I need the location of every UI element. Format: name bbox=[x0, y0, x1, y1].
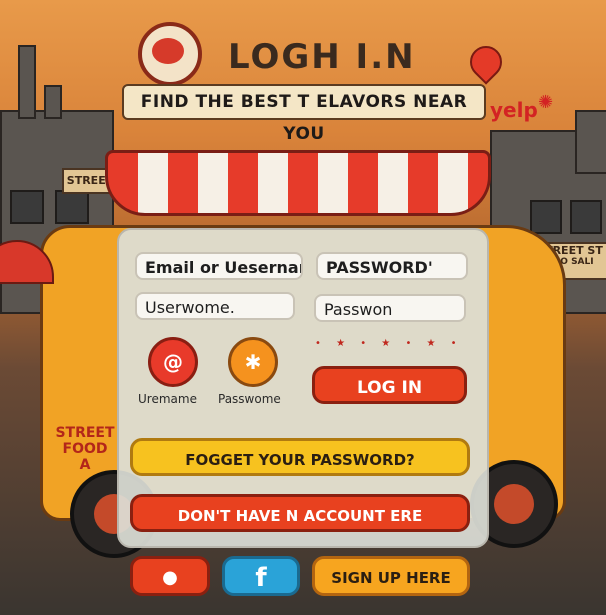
building-right-tall bbox=[575, 110, 606, 174]
facebook-button[interactable]: f bbox=[222, 556, 300, 596]
username-icon-caption: Uremame bbox=[138, 392, 197, 406]
building-window bbox=[55, 190, 89, 224]
tagline-banner: FIND THE BEST T ELAVORS NEAR YOU bbox=[122, 84, 486, 144]
building-window bbox=[530, 200, 562, 234]
no-account-button[interactable]: DON'T HAVE N ACCOUNT ERE bbox=[130, 494, 470, 532]
chimney bbox=[44, 85, 62, 119]
email-field-label[interactable]: Email or Uesername bbox=[135, 252, 303, 280]
signup-button[interactable]: SIGN UP HERE bbox=[312, 556, 470, 596]
app-logo-icon bbox=[138, 22, 202, 86]
chimney bbox=[18, 45, 36, 119]
username-icon-button[interactable]: @ bbox=[148, 337, 198, 387]
yelp-logo[interactable]: yelp bbox=[490, 98, 538, 122]
yelp-burst-icon: ✺ bbox=[538, 92, 554, 113]
youtube-icon: ● bbox=[162, 567, 178, 588]
password-icon-caption: Passwome bbox=[218, 392, 281, 406]
page-title: LOGH I.N bbox=[228, 37, 416, 77]
password-icon: ✱ bbox=[244, 350, 262, 374]
password-input[interactable]: Passwon bbox=[314, 294, 466, 322]
password-icon-button[interactable]: ✱ bbox=[228, 337, 278, 387]
login-button[interactable]: LOG IN bbox=[312, 366, 467, 404]
username-icon: @ bbox=[163, 350, 183, 374]
truck-side-label: STREET FOOD bbox=[55, 425, 115, 457]
truck-awning bbox=[105, 150, 491, 216]
decorative-dots: • ★ • ★ • ★ • bbox=[315, 338, 463, 349]
facebook-icon: f bbox=[255, 563, 267, 593]
building-window bbox=[10, 190, 44, 224]
username-input[interactable]: Userwome. bbox=[135, 292, 295, 320]
forgot-password-button[interactable]: FOGGET YOUR PASSWORD? bbox=[130, 438, 470, 476]
building-window bbox=[570, 200, 602, 234]
truck-side-sub: A bbox=[79, 457, 91, 473]
youtube-button[interactable]: ● bbox=[130, 556, 210, 596]
password-field-label[interactable]: PASSWORD' bbox=[316, 252, 468, 280]
truck-side-text: STREET FOOD A bbox=[55, 425, 115, 473]
